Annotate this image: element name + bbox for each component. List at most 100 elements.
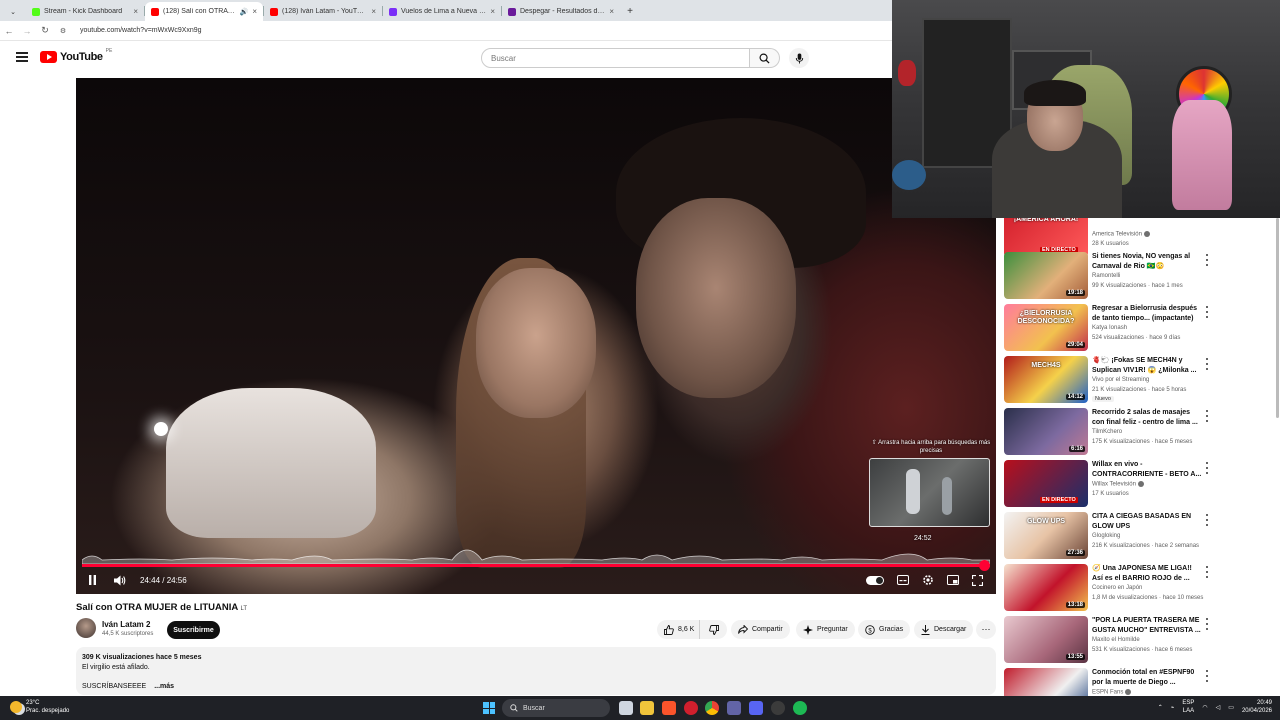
battery-icon[interactable]: ▭ xyxy=(1228,704,1234,711)
video-player[interactable]: ⇧ Arrastra hacia arriba para búsquedas m… xyxy=(76,78,996,594)
avatar[interactable] xyxy=(76,618,96,638)
subtitles-icon[interactable] xyxy=(896,574,909,587)
rec-channel[interactable]: Ramontelli xyxy=(1092,273,1120,279)
video-thumbnail[interactable]: 13:55 xyxy=(1004,616,1088,663)
bluetooth-icon[interactable]: ⌁ xyxy=(1171,704,1175,711)
reload-icon[interactable]: ↻ xyxy=(36,25,54,36)
settings-icon[interactable] xyxy=(921,574,934,587)
recommended-video[interactable]: MECH4S 14:12 🫀🐑 ¡Fokas SE MECH4N y Suplica… xyxy=(1004,356,1274,403)
browser-tab[interactable]: (128) Iván Latam - YouTube × xyxy=(264,2,382,21)
tab-close-icon[interactable]: × xyxy=(609,7,614,16)
share-button[interactable]: Compartir xyxy=(731,620,790,639)
ask-button[interactable]: Preguntar xyxy=(796,620,855,639)
recommended-video[interactable]: 6:16 Recorrido 2 salas de masajes con fin… xyxy=(1004,408,1274,455)
video-thumbnail[interactable]: 6:16 xyxy=(1004,408,1088,455)
kebab-menu-icon[interactable] xyxy=(1204,254,1210,266)
kebab-menu-icon[interactable] xyxy=(1204,462,1210,474)
browser-tab[interactable]: (128) Salí con OTRA MUJER 🔊× xyxy=(145,2,263,21)
taskbar-search[interactable]: Buscar xyxy=(502,699,610,717)
spotify-icon[interactable] xyxy=(793,701,807,715)
kebab-menu-icon[interactable] xyxy=(1204,514,1210,526)
browser-tab[interactable]: Stream - Kick Dashboard × xyxy=(26,2,144,21)
like-button[interactable]: 8,6 K xyxy=(657,620,699,639)
video-thumbnail[interactable]: GLOW UPS 27:36 xyxy=(1004,512,1088,559)
description-box[interactable]: 309 K visualizaciones hace 5 meses El vi… xyxy=(76,647,996,695)
weather-widget[interactable]: 23°C Prac. despejado xyxy=(10,699,69,715)
recommended-video[interactable]: 19:18 Si tienes Novia, NO vengas al Carna… xyxy=(1004,252,1274,299)
site-info-icon[interactable]: ⚙ xyxy=(54,27,72,35)
language-indicator[interactable]: ESP LAA xyxy=(1182,699,1194,715)
browser-tab[interactable]: Vuelos de Lima a Nueva Delhi | × xyxy=(383,2,501,21)
search-input[interactable]: Buscar xyxy=(481,48,750,68)
miniplayer-icon[interactable] xyxy=(946,574,959,587)
video-thumbnail[interactable]: MECH4S 14:12 xyxy=(1004,356,1088,403)
channel-name[interactable]: Iván Latam 2 xyxy=(102,620,150,629)
tab-close-icon[interactable]: × xyxy=(371,7,376,16)
brave-icon[interactable] xyxy=(662,701,676,715)
file-explorer-icon[interactable] xyxy=(640,701,654,715)
pause-icon[interactable] xyxy=(86,574,99,587)
rec-channel[interactable]: Cocinero en Japón xyxy=(1092,585,1142,591)
tab-close-icon[interactable]: × xyxy=(133,7,138,16)
clock[interactable]: 20:49 20/04/2026 xyxy=(1242,699,1272,715)
video-thumbnail[interactable]: 19:18 xyxy=(1004,252,1088,299)
chevron-up-icon[interactable]: ⌃ xyxy=(1158,704,1163,711)
new-tab-button[interactable]: + xyxy=(620,2,640,21)
kebab-menu-icon[interactable] xyxy=(1204,306,1210,318)
tab-close-icon[interactable]: × xyxy=(252,7,257,16)
recommended-video[interactable]: Conmoción total en #ESPNF90 por la muert… xyxy=(1004,668,1274,696)
video-thumbnail[interactable]: ¿BIELORRUSIA DESCONOCIDA? 29:04 xyxy=(1004,304,1088,351)
forward-icon[interactable]: → xyxy=(18,26,36,36)
volume-icon[interactable] xyxy=(113,574,126,587)
rec-channel[interactable]: America Televisión xyxy=(1092,231,1150,238)
download-button[interactable]: Descargar xyxy=(914,620,974,639)
rec-channel[interactable]: Willax Televisión xyxy=(1092,481,1144,488)
obs-icon[interactable] xyxy=(771,701,785,715)
rec-channel[interactable]: Katya Ionash xyxy=(1092,325,1127,331)
chrome-icon[interactable] xyxy=(705,701,719,715)
scrollbar[interactable] xyxy=(1276,218,1279,418)
recommended-video[interactable]: ¿BIELORRUSIA DESCONOCIDA? 29:04 Regresar a… xyxy=(1004,304,1274,351)
progress-bar[interactable] xyxy=(82,560,990,571)
recommended-video[interactable]: 13:55 "POR LA PUERTA TRASERA ME GUSTA MUC… xyxy=(1004,616,1274,663)
opera-icon[interactable] xyxy=(684,701,698,715)
recommended-video[interactable]: EN DIRECTO Willax en vivo - CONTRACORRIEN… xyxy=(1004,460,1274,507)
rec-channel[interactable]: Glogloking xyxy=(1092,533,1120,539)
menu-icon[interactable] xyxy=(16,52,28,62)
voice-search-button[interactable] xyxy=(789,48,809,68)
rec-channel[interactable]: Vivo por el Streaming xyxy=(1092,377,1149,383)
dislike-button[interactable] xyxy=(699,620,727,639)
start-button[interactable] xyxy=(483,702,495,714)
browser-tab[interactable]: Despegar - Resultados de Vuelo × xyxy=(502,2,620,21)
kebab-menu-icon[interactable] xyxy=(1204,670,1210,682)
teams-icon[interactable] xyxy=(727,701,741,715)
thanks-button[interactable]: $ Gracias xyxy=(858,620,911,639)
tab-list-button[interactable]: ⌄ xyxy=(0,2,26,21)
kebab-menu-icon[interactable] xyxy=(1204,410,1210,422)
scrubber-handle[interactable] xyxy=(978,560,990,571)
recommended-video[interactable]: GLOW UPS 27:36 CITA A CIEGAS BASADAS EN GL… xyxy=(1004,512,1274,559)
autoplay-toggle[interactable] xyxy=(866,575,884,585)
rec-channel[interactable]: ESPN Fans xyxy=(1092,689,1132,696)
discord-icon[interactable] xyxy=(749,701,763,715)
tab-close-icon[interactable]: × xyxy=(490,7,495,16)
kebab-menu-icon[interactable] xyxy=(1204,566,1210,578)
youtube-logo[interactable]: YouTube PE xyxy=(40,48,112,63)
subscribe-button[interactable]: Suscribirme xyxy=(167,621,220,639)
rec-channel[interactable]: Maxito el Homilde xyxy=(1092,637,1140,643)
wifi-icon[interactable]: ◠ xyxy=(1202,704,1207,711)
task-view-icon[interactable] xyxy=(619,701,633,715)
audio-icon[interactable]: 🔊 xyxy=(240,8,249,16)
kebab-menu-icon[interactable] xyxy=(1204,618,1210,630)
url-field[interactable]: youtube.com/watch?v=mWxWc9Xxn9g xyxy=(80,27,202,34)
video-thumbnail[interactable]: 13:18 xyxy=(1004,564,1088,611)
video-thumbnail[interactable] xyxy=(1004,668,1088,696)
video-thumbnail[interactable]: EN DIRECTO xyxy=(1004,460,1088,507)
search-button[interactable] xyxy=(750,48,780,68)
recommended-video[interactable]: 13:18 🧭 Una JAPONESA ME LIGA!! Así es el … xyxy=(1004,564,1274,611)
fullscreen-icon[interactable] xyxy=(971,574,984,587)
show-more-link[interactable]: ...más xyxy=(154,683,174,690)
kebab-menu-icon[interactable] xyxy=(1204,358,1210,370)
back-icon[interactable]: ← xyxy=(0,26,18,36)
rec-channel[interactable]: TilmKchero xyxy=(1092,429,1122,435)
